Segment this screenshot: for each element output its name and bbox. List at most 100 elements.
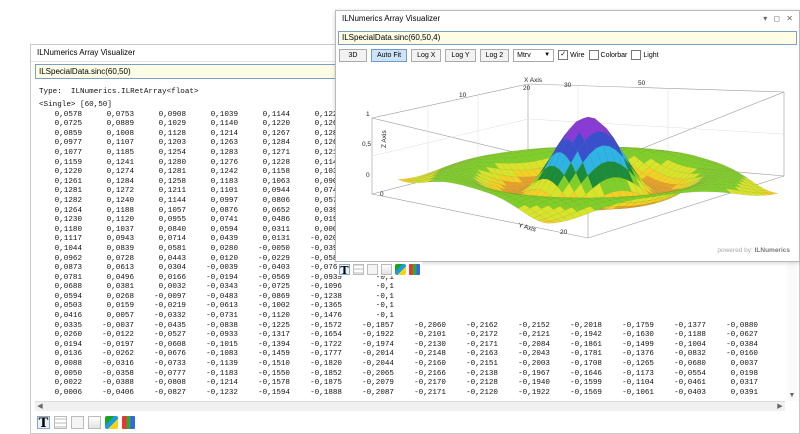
table-cell: 0,1144 — [158, 196, 186, 205]
table-cell: 0,0781 — [54, 273, 82, 282]
powered-by-brand: ILNumerics — [754, 247, 790, 254]
table-cell: -0,0880 — [726, 321, 758, 330]
table-cell: -0,0838 — [206, 321, 238, 330]
table-cell: 0,0381 — [106, 283, 134, 292]
table-row: 0,0050 -0,0358 -0,0777 -0,1183 -0,1550 -0,185… — [35, 370, 777, 380]
table-cell: -0,1394 — [258, 340, 290, 349]
table-cell: 0,1280 — [158, 158, 186, 167]
light-checkbox[interactable]: Light — [631, 50, 659, 60]
heatmap-view-icon[interactable] — [409, 263, 420, 275]
table-cell: -0,1499 — [622, 340, 654, 349]
table-cell: -0,1238 — [310, 292, 342, 301]
log-2-button[interactable]: Log 2 — [479, 48, 510, 62]
heatmap-view-icon[interactable] — [122, 415, 135, 429]
table-cell: -0,0219 — [154, 302, 186, 311]
type-value: ILNumerics.ILRetArray<float> — [70, 88, 199, 96]
table-cell: 0,1183 — [210, 177, 238, 186]
table-cell: -0,0808 — [154, 379, 186, 388]
table-cell: 0,0594 — [210, 225, 238, 234]
table-cell: 0,1284 — [106, 177, 134, 186]
log-x-button[interactable]: Log X — [411, 48, 442, 62]
table-cell: -0,2128 — [466, 379, 498, 388]
table-row: 0,0088 -0,0316 -0,0733 -0,1139 -0,1510 -0,182… — [35, 360, 777, 370]
table-cell: 0,0626 — [763, 350, 777, 360]
table-cell: 0,1230 — [54, 216, 82, 225]
surface-view-icon[interactable] — [105, 415, 118, 429]
table-cell: -0,2043 — [518, 350, 550, 359]
table-cell: 0,1214 — [210, 129, 238, 138]
table-cell: -0,1722 — [310, 340, 342, 349]
text-view-icon[interactable]: T — [339, 263, 350, 276]
table-cell: 0,1044 — [54, 244, 82, 253]
x-tick-label: 10 — [459, 92, 467, 99]
table-cell: -0,1942 — [570, 331, 602, 340]
table-cell: -0,1173 — [622, 369, 654, 378]
table-cell: 0,0416 — [54, 312, 82, 321]
line-view-icon[interactable] — [71, 415, 84, 429]
table-row: 0,0022 -0,0388 -0,0808 -0,1214 -0,1578 -0,187… — [35, 379, 777, 389]
table-cell: 0,0725 — [54, 120, 82, 129]
table-cell: 0,0131 — [262, 235, 290, 244]
table-cell: 0,0944 — [262, 187, 290, 196]
table-cell: -0,2160 — [414, 360, 446, 369]
table-cell: 0,1180 — [54, 225, 82, 234]
table-cell: 0,0022 — [54, 379, 82, 388]
scroll-down-icon[interactable]: ▼ — [787, 391, 797, 401]
sort-icon[interactable] — [88, 415, 101, 429]
table-cell: -0,1 — [375, 312, 394, 321]
checkbox-icon — [631, 50, 642, 60]
grid-view-icon[interactable] — [54, 415, 67, 429]
line-view-icon[interactable] — [367, 263, 378, 275]
table-cell: -0,2163 — [466, 350, 498, 359]
type-label: Type: — [39, 88, 62, 96]
table-cell: 0,1301 — [763, 389, 777, 398]
table-cell: 0,1284 — [262, 139, 290, 148]
table-cell: -0,1002 — [258, 302, 290, 311]
table-cell: 0,0037 — [730, 360, 758, 369]
table-cell: 0,0304 — [158, 264, 186, 273]
table-cell: 0,0057 — [106, 312, 134, 321]
table-cell: 0,0439 — [210, 235, 238, 244]
table-cell: -0,1 — [375, 283, 394, 292]
table-cell: 0,0955 — [158, 216, 186, 225]
sort-icon[interactable] — [381, 263, 392, 275]
table-cell: 0,1037 — [106, 225, 134, 234]
surface-view-icon[interactable] — [395, 263, 406, 275]
table-cell: 0,1128 — [158, 129, 186, 138]
table-cell: 0,1283 — [210, 148, 238, 157]
surface-plot[interactable]: 10 20 30 50 X Axis Y Axis 0 20 0 0,5 1 Z… — [338, 66, 796, 256]
log-y-button[interactable]: Log Y — [445, 48, 476, 62]
table-cell: 0,1242 — [210, 168, 238, 177]
table-row: 0,0006 -0,0406 -0,0827 -0,1232 -0,1594 -0,188… — [35, 389, 777, 398]
table-cell: 0,0166 — [158, 273, 186, 282]
table-cell: -0,1922 — [518, 388, 550, 397]
table-cell: -0,2151 — [466, 360, 498, 369]
expression-input[interactable]: ILSpecialData.sinc(60,50,4) — [338, 31, 797, 45]
table-cell: -0,2148 — [414, 350, 446, 359]
wire-checkbox[interactable]: ✓ Wire — [558, 50, 585, 60]
colormap-select[interactable]: Mtrv ▼ — [513, 48, 555, 62]
text-view-icon[interactable]: T — [37, 415, 50, 430]
table-cell: 0,0613 — [106, 264, 134, 273]
scroll-left-icon[interactable]: ◀ — [35, 402, 45, 411]
table-cell: 0,1240 — [106, 196, 134, 205]
table-cell: -0,1646 — [570, 369, 602, 378]
horizontal-scrollbar[interactable]: ◀ ▶ — [35, 401, 785, 411]
table-cell: 0,1064 — [763, 370, 777, 380]
colorbar-checkbox[interactable]: Colorbar — [588, 50, 627, 60]
table-cell: -0,1922 — [362, 331, 394, 340]
table-cell: 0,0159 — [106, 302, 134, 311]
table-row: 0,0503 0,0159 -0,0219 -0,0613 -0,1002 -0,1365… — [35, 302, 777, 312]
3d-button[interactable]: 3D — [339, 48, 367, 62]
table-cell: 0,1063 — [262, 177, 290, 186]
scroll-right-icon[interactable]: ▶ — [775, 402, 785, 411]
grid-view-icon[interactable] — [353, 263, 364, 275]
table-cell: -0,0733 — [154, 360, 186, 369]
auto-fit-button[interactable]: Auto Fit — [371, 48, 408, 62]
table-cell: -0,1820 — [310, 360, 342, 369]
plot-visualizer-window: ILNumerics Array Visualizer ▾ ◻ ✕ ILSpec… — [335, 10, 800, 262]
table-cell: -0,0332 — [154, 312, 186, 321]
table-cell: 0,0728 — [106, 254, 134, 263]
table-cell: 0,0136 — [54, 350, 82, 359]
window-controls[interactable]: ▾ ◻ ✕ — [763, 11, 795, 26]
